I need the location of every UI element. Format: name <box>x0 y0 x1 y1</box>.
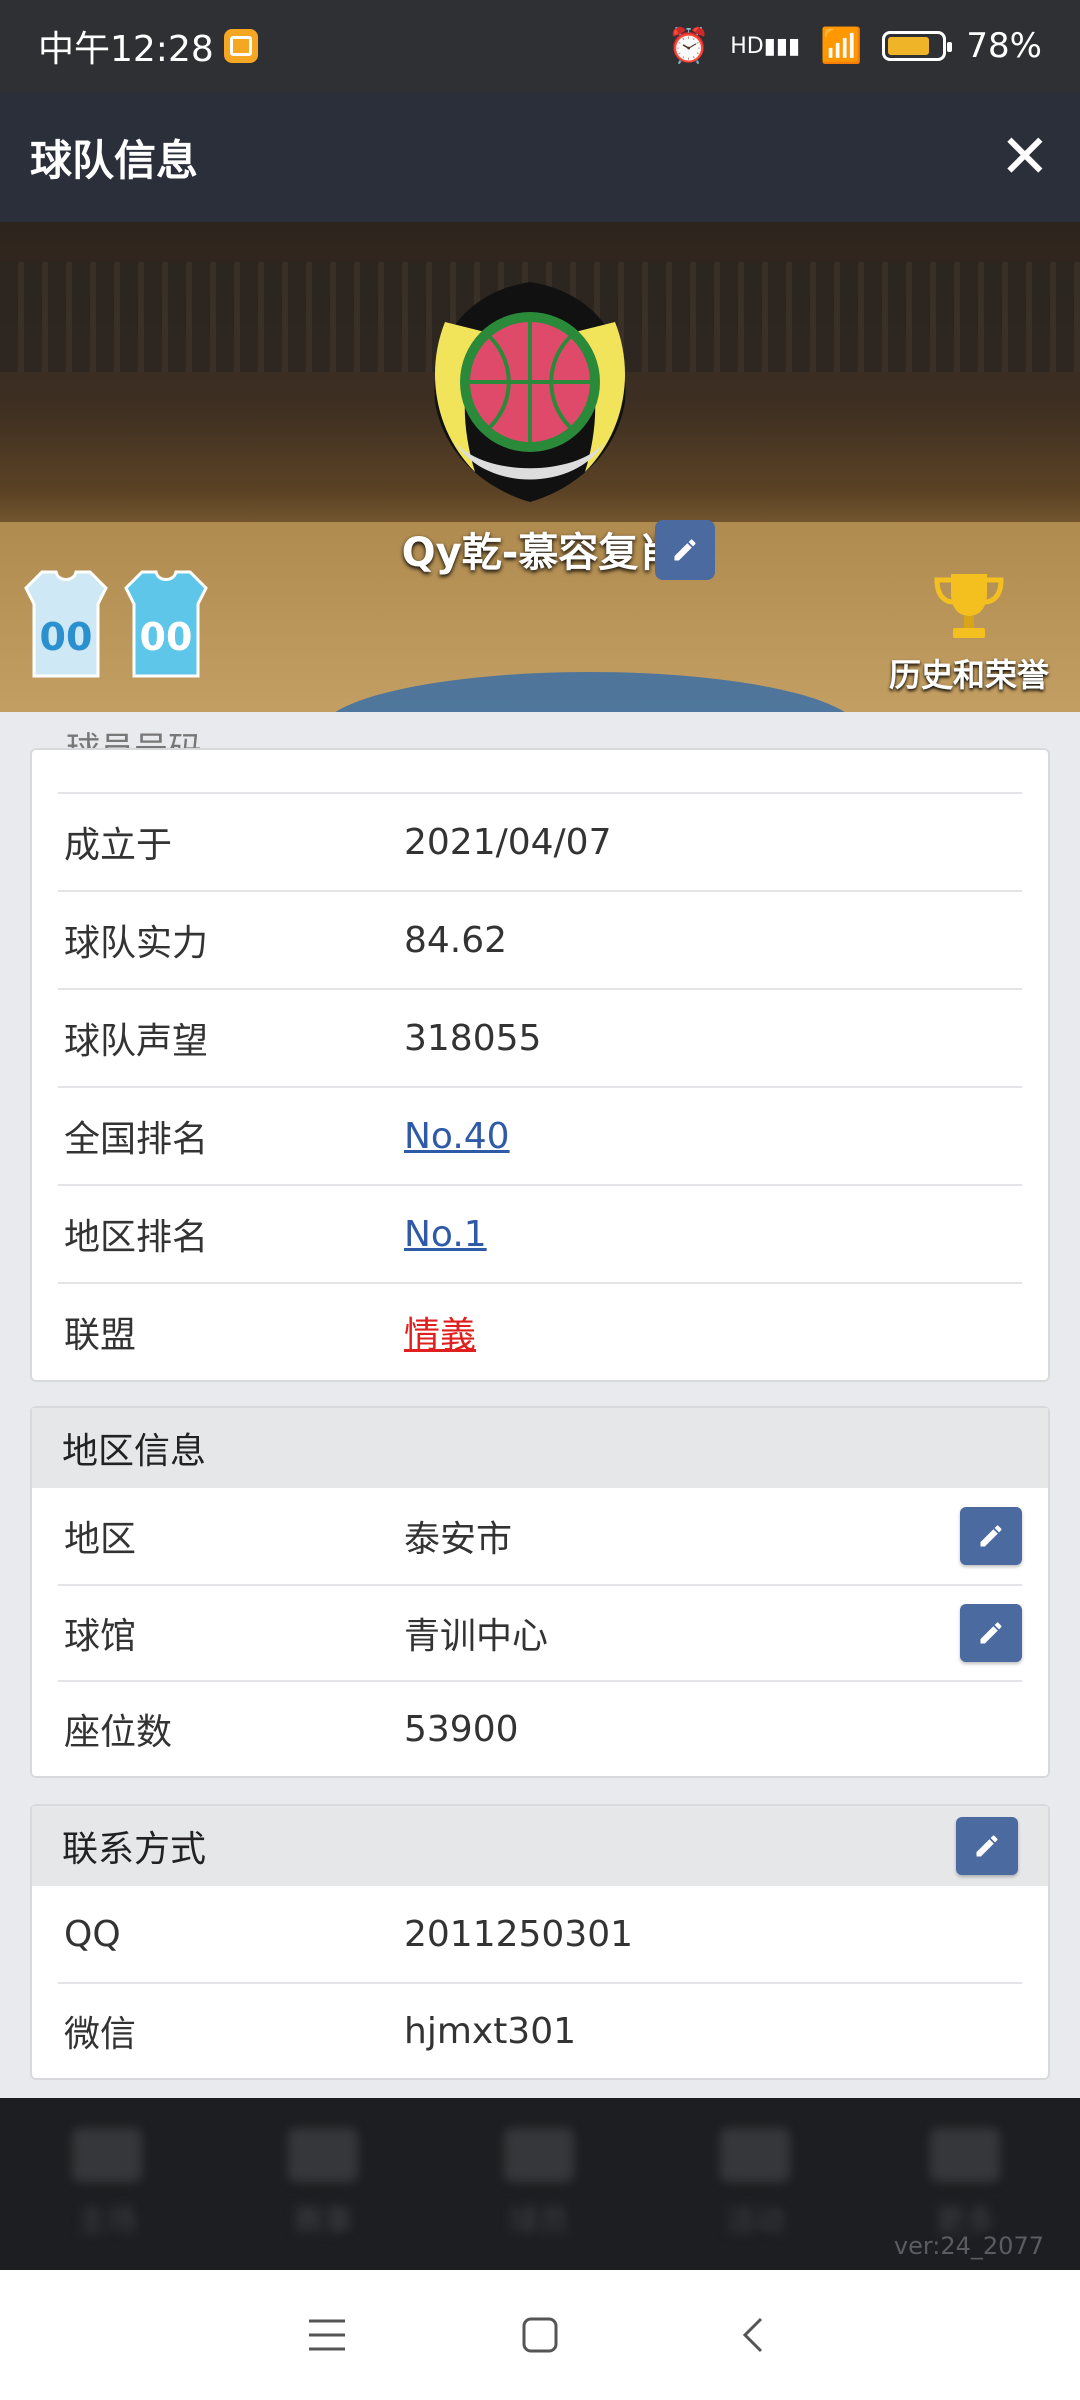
wechat-label: 微信 <box>64 2014 137 2055</box>
pencil-icon <box>980 1622 1002 1644</box>
info-row-alliance: 联盟 情義 <box>58 1282 1022 1380</box>
status-icons: ⏰ HD▮▮▮ 📶 78% <box>668 26 1042 66</box>
founded-label: 成立于 <box>64 825 173 866</box>
qq-row: QQ 2011250301 <box>58 1886 1022 1982</box>
away-jersey-icon: 00 <box>124 570 208 678</box>
pencil-icon <box>980 1525 1002 1547</box>
page-header: 球队信息 ✕ <box>0 92 1080 222</box>
nav-item-players[interactable]: 球员 <box>494 2128 584 2240</box>
basic-info-card: 成立于 2021/04/07 球队实力 84.62 球队声望 318055 全国… <box>30 748 1050 1382</box>
game-bottom-nav: 主场 赛事 球员 活动 更多 ver:24_2077 <box>0 2098 1080 2270</box>
arena-value: 青训中心 <box>404 1616 549 1657</box>
notification-icon <box>223 29 258 63</box>
pencil-icon <box>976 1835 998 1857</box>
activity-icon <box>720 2128 790 2182</box>
edit-region-button[interactable] <box>960 1507 1022 1565</box>
alliance-link[interactable]: 情義 <box>404 1306 476 1358</box>
edit-contact-button[interactable] <box>956 1817 1018 1875</box>
battery-icon <box>882 31 953 61</box>
nav-item-more[interactable]: 更多 <box>920 2128 1010 2240</box>
national-rank-label: 全国排名 <box>64 1119 209 1160</box>
nav-item-events[interactable]: 赛事 <box>278 2128 368 2240</box>
edit-team-name-button[interactable] <box>655 520 715 580</box>
contact-info-title: 联系方式 <box>62 1829 207 1870</box>
seats-label: 座位数 <box>64 1712 173 1753</box>
home-jersey-icon: 00 <box>24 570 108 678</box>
prestige-value: 318055 <box>404 1017 542 1059</box>
region-info-card: 地区信息 地区 泰安市 球馆 青训中心 座位数 53900 <box>30 1406 1050 1778</box>
battery-percent: 78% <box>966 26 1042 66</box>
qq-label: QQ <box>64 1913 121 1955</box>
trophy-icon <box>934 574 1004 638</box>
events-icon <box>288 2128 358 2182</box>
strength-label: 球队实力 <box>64 923 209 964</box>
menu-icon <box>308 2319 345 2351</box>
nav-item-home[interactable]: 主场 <box>62 2128 152 2240</box>
nav-item-activity[interactable]: 活动 <box>710 2128 800 2240</box>
team-logo <box>434 282 626 502</box>
contact-info-card: 联系方式 QQ 2011250301 微信 hjmxt301 <box>30 1804 1050 2080</box>
national-rank-link[interactable]: No.40 <box>404 1116 510 1157</box>
qq-value: 2011250301 <box>404 1913 634 1955</box>
region-label: 地区 <box>64 1519 137 1560</box>
players-icon <box>504 2128 574 2182</box>
info-row-region-rank: 地区排名 No.1 <box>58 1184 1022 1282</box>
history-honor-label: 历史和荣誉 <box>888 656 1049 694</box>
seats-value: 53900 <box>404 1708 519 1750</box>
region-row: 地区 泰安市 <box>58 1488 1022 1584</box>
info-row-strength: 球队实力 84.62 <box>58 890 1022 988</box>
arena-row: 球馆 青训中心 <box>58 1584 1022 1680</box>
wechat-value: hjmxt301 <box>404 2010 577 2052</box>
status-bar: 中午12:28 ⏰ HD▮▮▮ 📶 78% <box>0 0 1080 92</box>
status-time: 中午12:28 <box>38 29 214 70</box>
prestige-label: 球队声望 <box>64 1021 209 1062</box>
arena-label: 球馆 <box>64 1616 137 1657</box>
close-button[interactable]: ✕ <box>1000 127 1050 187</box>
contact-info-header: 联系方式 <box>32 1806 1048 1886</box>
wechat-row: 微信 hjmxt301 <box>58 1982 1022 2078</box>
alarm-icon: ⏰ <box>667 26 711 66</box>
back-button[interactable] <box>723 2305 783 2365</box>
region-rank-label: 地区排名 <box>64 1217 209 1258</box>
svg-text:00: 00 <box>140 615 193 659</box>
strength-value: 84.62 <box>404 919 508 961</box>
info-row-national-rank: 全国排名 No.40 <box>58 1086 1022 1184</box>
menu-button[interactable] <box>297 2305 357 2365</box>
info-row-prestige: 球队声望 318055 <box>58 988 1022 1086</box>
pencil-icon <box>674 539 696 561</box>
system-nav-bar <box>0 2270 1080 2400</box>
history-honor-button[interactable]: 历史和荣誉 <box>874 570 1064 696</box>
wifi-icon: 📶 <box>820 26 863 66</box>
page-title: 球队信息 <box>30 135 199 185</box>
home-button[interactable] <box>510 2305 570 2365</box>
version-label: ver:24_2077 <box>893 2232 1044 2260</box>
founded-value: 2021/04/07 <box>404 821 612 863</box>
region-info-title: 地区信息 <box>32 1408 1048 1488</box>
back-icon <box>743 2317 763 2353</box>
info-row-founded: 成立于 2021/04/07 <box>58 792 1022 890</box>
cut-off-header: 球员号码 <box>66 722 202 748</box>
alliance-label: 联盟 <box>64 1315 137 1356</box>
home-icon <box>72 2128 142 2182</box>
region-value: 泰安市 <box>404 1519 513 1560</box>
home-square-icon <box>522 2317 558 2353</box>
svg-text:00: 00 <box>40 615 93 659</box>
seats-row: 座位数 53900 <box>58 1680 1022 1776</box>
region-rank-link[interactable]: No.1 <box>404 1214 487 1255</box>
edit-arena-button[interactable] <box>960 1604 1022 1662</box>
more-icon <box>930 2128 1000 2182</box>
signal-icon: HD▮▮▮ <box>730 33 801 59</box>
